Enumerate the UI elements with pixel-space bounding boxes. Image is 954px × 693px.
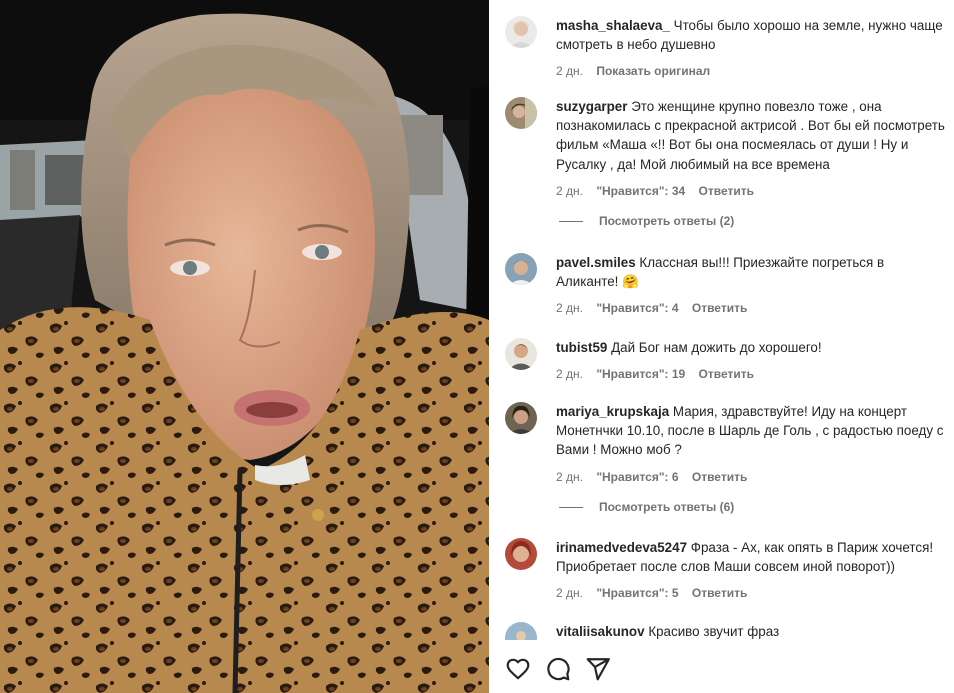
replies-divider xyxy=(559,221,583,223)
comment-text: Дай Бог нам дожить до хорошего! xyxy=(611,340,822,355)
comment-username[interactable]: tubist59 xyxy=(556,340,607,355)
comment-username[interactable]: irinamedvedeva5247 xyxy=(556,540,687,555)
comment-time[interactable]: 2 дн. xyxy=(556,585,583,601)
comment-icon[interactable] xyxy=(545,656,571,682)
comment-likes[interactable]: "Нравится": 34 xyxy=(596,183,685,199)
comment-likes[interactable]: "Нравится": 19 xyxy=(596,366,685,382)
comment-time[interactable]: 2 дн. xyxy=(556,300,583,316)
comment-likes[interactable]: "Нравится": 6 xyxy=(596,469,678,485)
video-frame-image xyxy=(0,0,489,693)
avatar[interactable] xyxy=(505,338,537,370)
avatar[interactable] xyxy=(505,622,537,640)
view-replies-label: Посмотреть ответы (6) xyxy=(599,500,735,514)
comment-time[interactable]: 2 дн. xyxy=(556,366,583,382)
comment-time[interactable]: 2 дн. xyxy=(556,63,583,79)
show-original-button[interactable]: Показать оригинал xyxy=(596,63,710,79)
reply-button[interactable]: Ответить xyxy=(692,585,747,601)
comment-username[interactable]: mariya_krupskaja xyxy=(556,404,669,419)
avatar[interactable] xyxy=(505,253,537,285)
comment-username[interactable]: suzygarper xyxy=(556,99,627,114)
comment-likes[interactable]: "Нравится": 5 xyxy=(596,585,678,601)
comment-time[interactable]: 2 дн. xyxy=(556,469,583,485)
reply-button[interactable]: Ответить xyxy=(699,366,754,382)
reply-button[interactable]: Ответить xyxy=(692,300,747,316)
reply-button[interactable]: Ответить xyxy=(699,183,754,199)
comment-likes[interactable]: "Нравится": 4 xyxy=(596,300,678,316)
action-bar xyxy=(489,648,954,693)
share-icon[interactable] xyxy=(585,656,611,682)
avatar[interactable] xyxy=(505,97,537,129)
comments-list[interactable]: masha_shalaeva_ Чтобы было хорошо на зем… xyxy=(489,0,954,640)
reply-button[interactable]: Ответить xyxy=(692,469,747,485)
avatar[interactable] xyxy=(505,16,537,48)
comment-time[interactable]: 2 дн. xyxy=(556,183,583,199)
video-frame[interactable] xyxy=(0,0,489,693)
view-replies-button[interactable]: Посмотреть ответы (2) xyxy=(559,213,734,229)
heart-icon[interactable] xyxy=(505,656,531,682)
view-replies-label: Посмотреть ответы (2) xyxy=(599,214,735,228)
view-replies-button[interactable]: Посмотреть ответы (6) xyxy=(559,499,734,515)
avatar[interactable] xyxy=(505,402,537,434)
comment-username[interactable]: vitaliisakunov xyxy=(556,624,645,639)
comment-text: Красиво звучит фраз xyxy=(648,624,780,639)
comment-username[interactable]: masha_shalaeva_ xyxy=(556,18,670,33)
replies-divider xyxy=(559,507,583,509)
comment-username[interactable]: pavel.smiles xyxy=(556,255,636,270)
comments-panel: masha_shalaeva_ Чтобы было хорошо на зем… xyxy=(489,0,954,693)
avatar[interactable] xyxy=(505,538,537,570)
